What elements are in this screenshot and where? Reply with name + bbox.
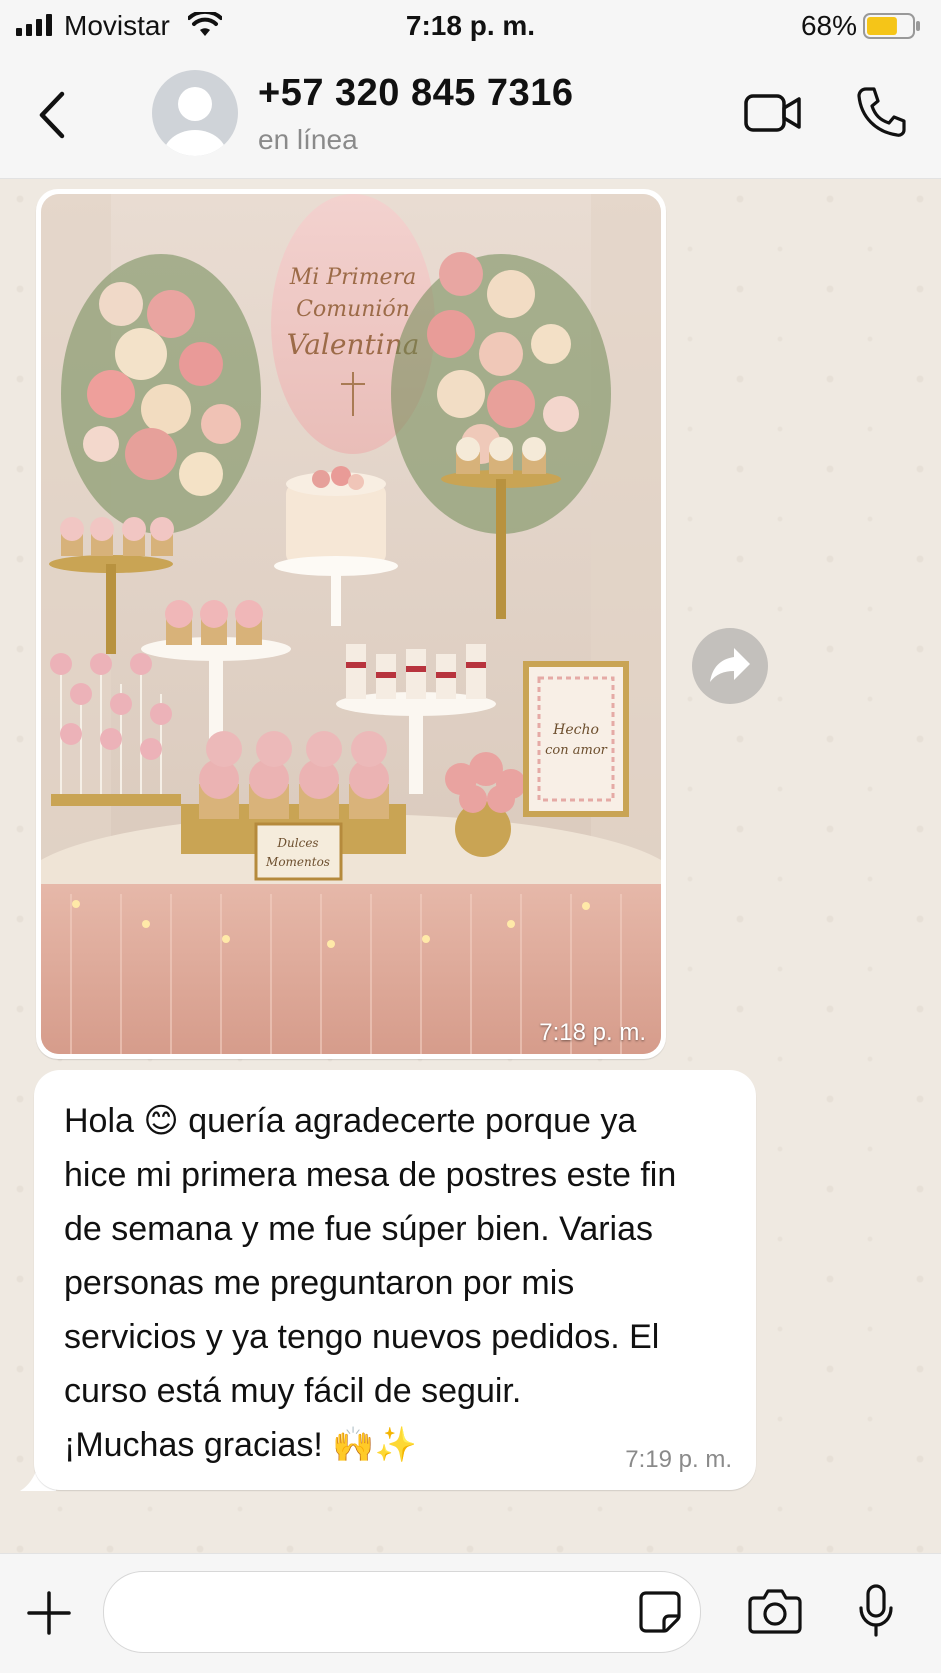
- message-timestamp: 7:19 p. m.: [625, 1446, 732, 1473]
- avatar-icon: [163, 87, 227, 156]
- message-input[interactable]: [103, 1571, 701, 1653]
- plus-icon[interactable]: [26, 1590, 72, 1636]
- status-bar: Movistar 7:18 p. m. 68%: [0, 0, 941, 52]
- composer-bar: [0, 1553, 941, 1673]
- frame-line-1: Hecho: [552, 722, 599, 738]
- plaque-line-1: Dulces: [276, 836, 318, 850]
- phone-call-icon[interactable]: [856, 86, 906, 138]
- dessert-table-image: Mi Primera Comunión Valentina Dulces Mom…: [41, 194, 661, 1054]
- contact-name[interactable]: +57 320 845 7316: [258, 72, 573, 115]
- chat-area[interactable]: Mi Primera Comunión Valentina Dulces Mom…: [0, 179, 941, 1553]
- forward-button[interactable]: [692, 628, 768, 704]
- sticker-icon[interactable]: [638, 1590, 682, 1634]
- image-message[interactable]: Mi Primera Comunión Valentina Dulces Mom…: [36, 189, 666, 1059]
- contact-status: en línea: [258, 124, 358, 155]
- battery-icon: [863, 13, 920, 39]
- avatar[interactable]: [152, 70, 238, 156]
- image-timestamp: 7:18 p. m.: [539, 1019, 646, 1046]
- status-time: 7:18 p. m.: [405, 10, 536, 41]
- sign-line-1: Mi Primera: [289, 265, 416, 290]
- forward-icon: [710, 648, 750, 682]
- camera-icon[interactable]: [748, 1588, 802, 1634]
- dessert-table-photo[interactable]: Mi Primera Comunión Valentina Dulces Mom…: [41, 194, 661, 1054]
- frame-line-2: con amor: [545, 743, 608, 758]
- chat-header: +57 320 845 7316 en línea: [0, 52, 941, 179]
- microphone-icon[interactable]: [858, 1584, 894, 1638]
- message-text: Hola 😊 quería agradecerte porque ya hice…: [64, 1102, 677, 1464]
- battery-percent: 68%: [800, 10, 857, 41]
- back-icon[interactable]: [34, 90, 70, 140]
- text-message[interactable]: Hola 😊 quería agradecerte porque ya hice…: [34, 1070, 756, 1490]
- video-call-icon[interactable]: [744, 90, 802, 136]
- plaque-line-2: Momentos: [265, 855, 330, 869]
- sign-line-2: Comunión: [296, 297, 410, 322]
